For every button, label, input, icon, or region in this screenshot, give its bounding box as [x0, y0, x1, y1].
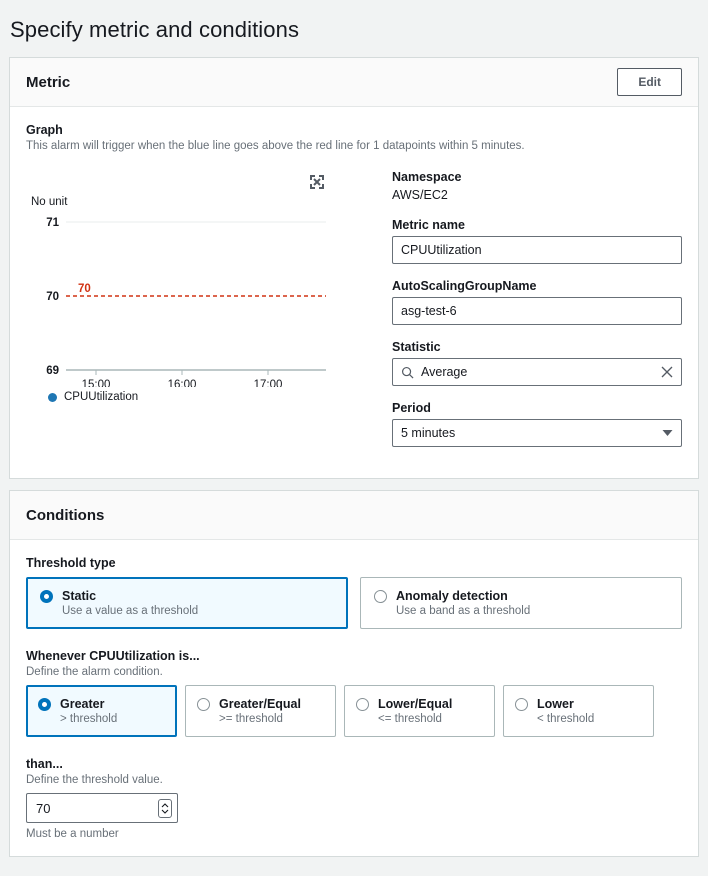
operator-greater-head: Greater [38, 697, 165, 711]
operator-greater-equal-title: Greater/Equal [219, 697, 301, 711]
metric-card-body: Graph This alarm will trigger when the b… [10, 107, 698, 478]
threshold-type-static[interactable]: Static Use a value as a threshold [26, 577, 348, 629]
metric-card-header: Metric Edit [10, 58, 698, 107]
y-tick-70: 70 [46, 291, 59, 303]
metric-card: Metric Edit Graph This alarm will trigge… [9, 57, 699, 479]
threshold-help-text: Must be a number [26, 828, 119, 840]
metric-name-label: Metric name [392, 218, 465, 232]
metric-name-group: Metric name CPUUtilization [392, 218, 682, 264]
namespace-value: AWS/EC2 [392, 188, 448, 202]
threshold-value-input[interactable]: 70 [26, 793, 178, 823]
statistic-value: Average [421, 365, 468, 379]
conditions-card-body: Threshold type Static Use a value as a t… [10, 540, 698, 856]
threshold-label: 70 [78, 283, 91, 295]
operator-lower-sub: < threshold [537, 713, 595, 725]
than-sub: Define the threshold value. [26, 774, 163, 786]
x-tick-1700: 17:00 [254, 379, 283, 387]
radio-unselected-icon [374, 589, 387, 603]
statistic-group: Statistic Average [392, 340, 682, 386]
operator-greater-title: Greater [60, 697, 105, 711]
asg-name-group: AutoScalingGroupName asg-test-6 [392, 279, 682, 325]
period-label: Period [392, 401, 431, 415]
y-tick-69: 69 [46, 365, 59, 377]
threshold-type-anomaly-head: Anomaly detection [374, 589, 668, 603]
statistic-label: Statistic [392, 340, 441, 354]
radio-unselected-icon [515, 697, 528, 711]
metric-name-value: CPUUtilization [401, 243, 482, 257]
x-tick-1600: 16:00 [168, 379, 197, 387]
graph-column: No unit 71 70 69 70 15:00 16:00 17:00 CP… [26, 170, 378, 462]
metric-fields-column: Namespace AWS/EC2 Metric name CPUUtiliza… [378, 170, 682, 462]
metric-name-input[interactable]: CPUUtilization [392, 236, 682, 264]
chevron-down-icon[interactable] [662, 429, 673, 437]
close-icon[interactable] [661, 366, 673, 378]
graph-label: Graph [26, 123, 63, 137]
operator-lower-equal-sub: <= threshold [378, 713, 442, 725]
threshold-type-anomaly-title: Anomaly detection [396, 589, 508, 603]
statistic-input[interactable]: Average [392, 358, 682, 386]
operator-options: Greater > threshold Greater/Equal >= thr… [26, 685, 682, 737]
asg-name-value: asg-test-6 [401, 304, 457, 318]
legend-label: CPUUtilization [64, 391, 139, 403]
x-tick-1500: 15:00 [82, 379, 111, 387]
metric-split: No unit 71 70 69 70 15:00 16:00 17:00 CP… [26, 170, 682, 462]
period-select[interactable]: 5 minutes [392, 419, 682, 447]
whenever-block: Whenever CPUUtilization is... Define the… [26, 649, 682, 737]
chart-unit-label: No unit [31, 196, 68, 208]
threshold-type-label: Threshold type [26, 556, 116, 570]
asg-name-label: AutoScalingGroupName [392, 279, 537, 293]
conditions-card-title: Conditions [26, 506, 105, 524]
conditions-card: Conditions Threshold type Static Use a v… [9, 490, 699, 857]
threshold-type-static-title: Static [62, 589, 97, 603]
page-title: Specify metric and conditions [10, 17, 300, 42]
metric-card-title: Metric [26, 73, 71, 91]
threshold-value-text: 70 [36, 800, 51, 816]
threshold-type-options: Static Use a value as a threshold Anomal… [26, 577, 682, 629]
period-group: Period 5 minutes [392, 401, 682, 447]
search-icon [401, 366, 414, 379]
operator-greater-sub: > threshold [60, 713, 118, 725]
conditions-card-header: Conditions [10, 491, 698, 540]
operator-greater-equal[interactable]: Greater/Equal >= threshold [185, 685, 336, 737]
than-block: than... Define the threshold value. 70 M… [26, 757, 682, 840]
operator-lower-equal[interactable]: Lower/Equal <= threshold [344, 685, 495, 737]
radio-unselected-icon [197, 697, 210, 711]
namespace-label: Namespace [392, 170, 462, 184]
asg-name-input[interactable]: asg-test-6 [392, 297, 682, 325]
radio-selected-icon [38, 697, 51, 711]
operator-greater-equal-sub: >= threshold [219, 713, 283, 725]
threshold-type-anomaly-sub: Use a band as a threshold [396, 605, 531, 617]
whenever-sub: Define the alarm condition. [26, 666, 163, 678]
edit-button[interactable]: Edit [617, 67, 682, 97]
operator-lower-title: Lower [537, 697, 574, 711]
y-tick-71: 71 [46, 217, 59, 229]
than-label: than... [26, 757, 63, 771]
threshold-type-static-sub: Use a value as a threshold [62, 605, 199, 617]
operator-lower-equal-head: Lower/Equal [356, 697, 483, 711]
graph-description: This alarm will trigger when the blue li… [26, 140, 525, 152]
operator-lower-equal-title: Lower/Equal [378, 697, 453, 711]
radio-selected-icon [40, 589, 53, 603]
chart-svg: 71 70 69 70 15:00 16:00 17:00 [46, 217, 326, 387]
operator-lower[interactable]: Lower < threshold [503, 685, 654, 737]
operator-lower-head: Lower [515, 697, 642, 711]
operator-greater[interactable]: Greater > threshold [26, 685, 177, 737]
legend-marker-icon [48, 392, 57, 402]
threshold-type-static-head: Static [40, 589, 334, 603]
period-value: 5 minutes [401, 426, 456, 440]
metric-chart: 71 70 69 70 15:00 16:00 17:00 [26, 212, 356, 387]
radio-unselected-icon [356, 697, 369, 711]
spinner-stepper-icon[interactable] [158, 798, 172, 818]
threshold-type-anomaly[interactable]: Anomaly detection Use a band as a thresh… [360, 577, 682, 629]
chart-legend: CPUUtilization [48, 391, 378, 403]
operator-greater-equal-head: Greater/Equal [197, 697, 324, 711]
whenever-label: Whenever CPUUtilization is... [26, 649, 200, 663]
expand-icon[interactable] [309, 174, 325, 190]
